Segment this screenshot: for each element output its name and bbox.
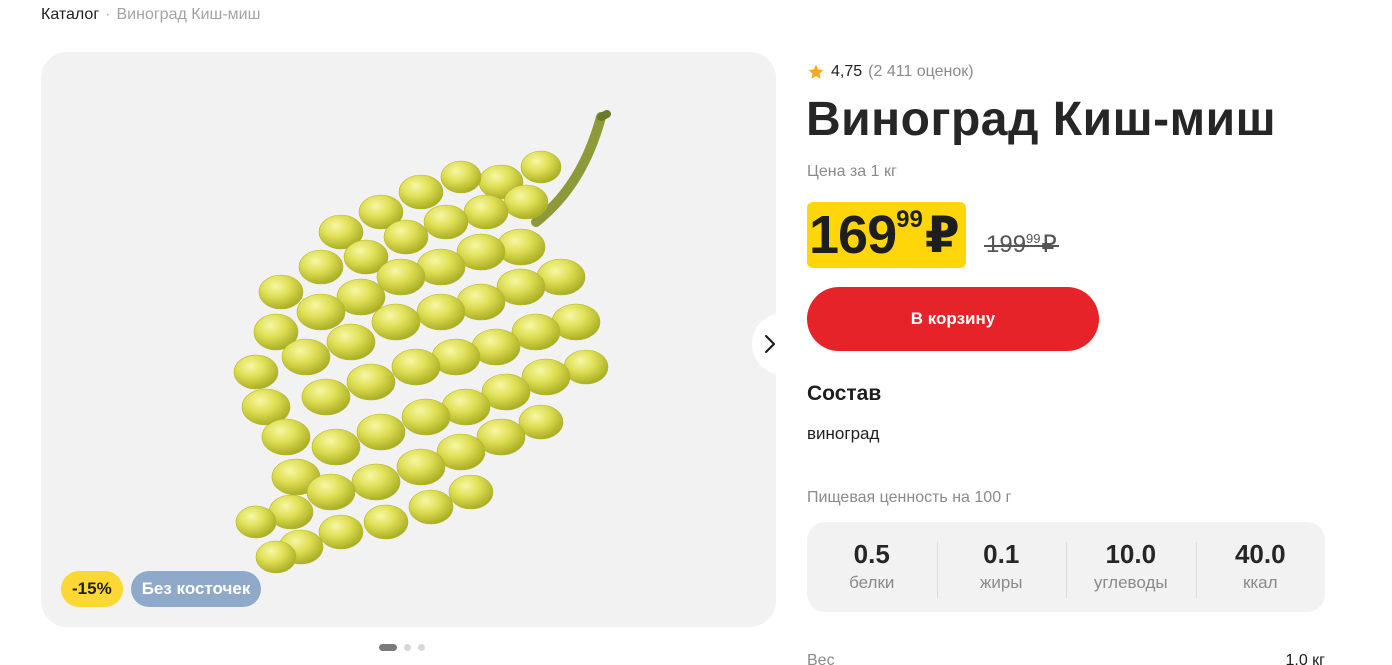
grape-berry bbox=[440, 160, 482, 194]
rating-count: (2 411 оценок) bbox=[868, 63, 974, 80]
weight-value: 1.0 кг bbox=[1285, 652, 1325, 665]
grape-berry bbox=[281, 338, 331, 376]
weight-label: Вес bbox=[807, 652, 835, 665]
grape-berry bbox=[255, 540, 297, 574]
grape-berry bbox=[520, 150, 562, 184]
grape-berry bbox=[346, 363, 396, 401]
grape-berry bbox=[301, 378, 351, 416]
composition-title: Состав bbox=[807, 382, 882, 405]
grape-berry bbox=[261, 418, 311, 456]
old-price: 199 99 ₽ bbox=[984, 229, 1059, 261]
grape-berry bbox=[391, 348, 441, 386]
grape-berry bbox=[371, 303, 421, 341]
gallery-pagination bbox=[379, 644, 425, 651]
star-icon bbox=[808, 64, 824, 79]
product-badges: -15% Без косточек bbox=[61, 571, 262, 607]
nutrition-label: ккал bbox=[1242, 573, 1278, 592]
product-title: Виноград Киш-миш bbox=[806, 93, 1277, 146]
nutrition-label: углеводы bbox=[1093, 573, 1168, 592]
nutrition-fat: 0.1 жиры bbox=[936, 538, 1067, 598]
discount-badge: -15% bbox=[61, 571, 123, 607]
grape-berry bbox=[401, 398, 451, 436]
gallery-dot-2[interactable] bbox=[404, 644, 411, 651]
breadcrumb-current: Виноград Киш-миш bbox=[116, 6, 261, 23]
nutrition-caption: Пищевая ценность на 100 г bbox=[807, 489, 1012, 506]
price-kopecks: 99 bbox=[896, 206, 923, 233]
grape-berry bbox=[326, 323, 376, 361]
price-caption: Цена за 1 кг bbox=[807, 163, 897, 180]
grape-berry bbox=[396, 448, 446, 486]
rating-score: 4,75 bbox=[831, 63, 863, 80]
grape-berry bbox=[356, 413, 406, 451]
gallery-dot-1[interactable] bbox=[379, 644, 397, 651]
product-image bbox=[233, 110, 611, 574]
breadcrumb-catalog-link[interactable]: Каталог bbox=[41, 6, 99, 24]
breadcrumb: Каталог · Виноград Киш-миш bbox=[41, 6, 260, 24]
grape-berry bbox=[518, 404, 564, 440]
grape-berry bbox=[258, 274, 304, 310]
strikethrough-line bbox=[984, 245, 1059, 247]
grape-berry bbox=[408, 489, 454, 525]
nutrition-value: 0.1 bbox=[983, 539, 1020, 569]
composition-text: виноград bbox=[807, 424, 880, 443]
grape-berry bbox=[311, 428, 361, 466]
nutrition-value: 0.5 bbox=[853, 539, 890, 569]
grape-berry bbox=[503, 184, 549, 220]
grape-berry bbox=[296, 293, 346, 331]
grape-berry bbox=[398, 174, 444, 210]
nutrition-panel: 0.5 белки 0.1 жиры 10.0 углеводы 40.0 кк… bbox=[807, 522, 1325, 612]
grape-berry bbox=[235, 505, 277, 539]
chevron-right-icon bbox=[764, 334, 776, 354]
seedless-badge: Без косточек bbox=[130, 571, 262, 607]
nutrition-label: жиры bbox=[979, 573, 1023, 592]
add-to-cart-button[interactable]: В корзину bbox=[807, 287, 1099, 351]
grape-berry bbox=[306, 473, 356, 511]
grape-berry bbox=[376, 258, 426, 296]
grape-berry bbox=[351, 463, 401, 501]
grape-berry bbox=[298, 249, 344, 285]
grape-berry bbox=[448, 474, 494, 510]
grape-berry bbox=[233, 354, 279, 390]
grape-berry bbox=[383, 219, 429, 255]
nutrition-value: 10.0 bbox=[1105, 539, 1157, 569]
breadcrumb-separator: · bbox=[105, 6, 111, 23]
nutrition-kcal: 40.0 ккал bbox=[1195, 538, 1326, 598]
grape-berry bbox=[363, 504, 409, 540]
gallery-dot-3[interactable] bbox=[418, 644, 425, 651]
nutrition-label: белки bbox=[849, 573, 895, 592]
price-rubles: 169 bbox=[809, 205, 897, 265]
grape-berry bbox=[318, 514, 364, 550]
grape-berry bbox=[463, 194, 509, 230]
nutrition-value: 40.0 bbox=[1234, 539, 1286, 569]
grape-berry bbox=[416, 293, 466, 331]
price-currency: ₽ bbox=[924, 207, 960, 263]
product-gallery[interactable]: -15% Без косточек bbox=[41, 52, 776, 627]
nutrition-carbs: 10.0 углеводы bbox=[1066, 538, 1196, 598]
grape-berry bbox=[563, 349, 609, 385]
product-rating[interactable]: 4,75 (2 411 оценок) bbox=[807, 63, 974, 81]
grape-berry bbox=[423, 204, 469, 240]
nutrition-protein: 0.5 белки bbox=[807, 538, 937, 596]
current-price: 169 99 ₽ bbox=[807, 202, 966, 268]
weight-row: Вес 1.0 кг bbox=[807, 652, 1325, 665]
